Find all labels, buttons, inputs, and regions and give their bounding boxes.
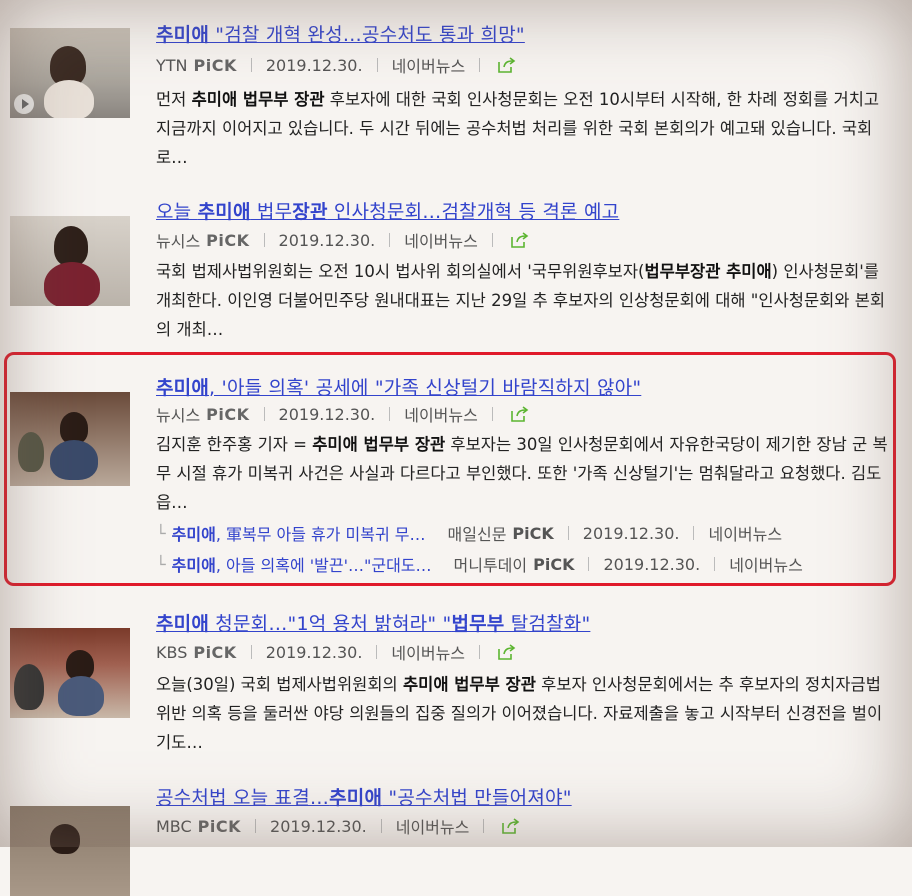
news-snippet: 오늘(30일) 국회 법제사법위원회의 추미애 법무부 장관 후보자 인사청문회… bbox=[156, 675, 883, 752]
divider bbox=[250, 58, 252, 72]
news-date: 2019.12.30. bbox=[278, 230, 376, 250]
news-item: 추미애 청문회…"1억 용처 밝혀라" "법무부 탈검찰화" KBS PiCK … bbox=[10, 604, 890, 754]
divider bbox=[263, 233, 265, 247]
divider bbox=[567, 526, 569, 540]
news-meta: MBC PiCK 2019.12.30. 네이버뉴스 bbox=[156, 814, 520, 838]
news-snippet: 국회 법제사법위원회는 오전 10시 법사위 회의실에서 '국무위원후보자(법무… bbox=[156, 262, 886, 339]
news-snippet: 먼저 추미애 법무부 장관 후보자에 대한 국회 인사청문회는 오전 10시부터… bbox=[156, 90, 880, 167]
pick-badge: PiCK bbox=[206, 404, 250, 424]
divider bbox=[483, 819, 485, 833]
share-icon[interactable] bbox=[502, 818, 520, 834]
naver-news-link[interactable]: 네이버뉴스 bbox=[391, 640, 465, 664]
news-date: 2019.12.30. bbox=[265, 55, 363, 75]
news-title-link[interactable]: 오늘 추미애 법무장관 인사청문회…검찰개혁 등 격론 예고 bbox=[156, 197, 619, 224]
news-date: 2019.12.30. bbox=[603, 554, 701, 574]
naver-news-link[interactable]: 네이버뉴스 bbox=[404, 402, 478, 426]
divider bbox=[588, 557, 590, 571]
news-snippet: 김지훈 한주홍 기자 = 추미애 법무부 장관 후보자는 30일 인사청문회에서… bbox=[156, 435, 888, 512]
news-source[interactable]: 뉴시스 bbox=[156, 228, 200, 252]
news-item: 추미애 "검찰 개혁 완성…공수처도 통과 희망" YTN PiCK 2019.… bbox=[10, 0, 890, 167]
news-source[interactable]: 뉴시스 bbox=[156, 402, 200, 426]
related-news-link[interactable]: 추미애, 아들 의혹에 '발끈'…"군대도… bbox=[172, 552, 432, 576]
news-item: 추미애, '아들 의혹' 공세에 "가족 신상털기 바람직하지 않아" 뉴시스 … bbox=[10, 368, 890, 578]
divider bbox=[491, 233, 493, 247]
news-item: 오늘 추미애 법무장관 인사청문회…검찰개혁 등 격론 예고 뉴시스 PiCK … bbox=[10, 192, 890, 342]
news-meta: YTN PiCK 2019.12.30. 네이버뉴스 bbox=[156, 53, 516, 77]
pick-badge: PiCK bbox=[193, 642, 237, 662]
news-title-link[interactable]: 추미애 청문회…"1억 용처 밝혀라" "법무부 탈검찰화" bbox=[156, 609, 590, 636]
related-news-item: └ 추미애, 軍복무 아들 휴가 미복귀 무… 매일신문 PiCK 2019.1… bbox=[156, 521, 782, 545]
naver-news-link[interactable]: 네이버뉴스 bbox=[708, 521, 782, 545]
news-thumbnail[interactable] bbox=[10, 392, 130, 486]
news-thumbnail[interactable] bbox=[10, 628, 130, 718]
news-meta: KBS PiCK 2019.12.30. 네이버뉴스 bbox=[156, 640, 516, 664]
related-arrow-icon: └ bbox=[156, 523, 166, 543]
news-thumbnail[interactable] bbox=[10, 28, 130, 118]
news-meta: 뉴시스 PiCK 2019.12.30. 네이버뉴스 bbox=[156, 402, 529, 426]
naver-news-link[interactable]: 네이버뉴스 bbox=[729, 552, 803, 576]
news-date: 2019.12.30. bbox=[278, 404, 376, 424]
divider bbox=[389, 407, 391, 421]
news-source[interactable]: YTN bbox=[156, 56, 188, 75]
news-meta: 뉴시스 PiCK 2019.12.30. 네이버뉴스 bbox=[156, 228, 529, 252]
divider bbox=[491, 407, 493, 421]
news-source[interactable]: 머니투데이 bbox=[454, 552, 528, 576]
divider bbox=[479, 645, 481, 659]
divider bbox=[376, 645, 378, 659]
pick-badge: PiCK bbox=[512, 523, 554, 543]
play-icon[interactable] bbox=[14, 94, 34, 114]
news-item: 공수처법 오늘 표결…추미애 "공수처법 만들어져야" MBC PiCK 201… bbox=[10, 778, 890, 896]
divider bbox=[263, 407, 265, 421]
naver-news-link[interactable]: 네이버뉴스 bbox=[392, 53, 466, 77]
news-thumbnail[interactable] bbox=[10, 806, 130, 896]
related-arrow-icon: └ bbox=[156, 554, 166, 574]
pick-badge: PiCK bbox=[197, 816, 242, 836]
share-icon[interactable] bbox=[498, 57, 516, 73]
divider bbox=[255, 819, 257, 833]
news-date: 2019.12.30. bbox=[582, 523, 680, 543]
news-date: 2019.12.30. bbox=[265, 642, 363, 662]
naver-news-link[interactable]: 네이버뉴스 bbox=[404, 228, 478, 252]
divider bbox=[714, 557, 716, 571]
pick-badge: PiCK bbox=[193, 55, 237, 75]
related-news-item: └ 추미애, 아들 의혹에 '발끈'…"군대도… 머니투데이 PiCK 2019… bbox=[156, 552, 803, 576]
pick-badge: PiCK bbox=[206, 230, 250, 250]
news-source[interactable]: KBS bbox=[156, 643, 187, 662]
share-icon[interactable] bbox=[511, 406, 529, 422]
divider bbox=[389, 233, 391, 247]
share-icon[interactable] bbox=[511, 232, 529, 248]
divider bbox=[479, 58, 481, 72]
divider bbox=[250, 645, 252, 659]
divider bbox=[380, 819, 382, 833]
share-icon[interactable] bbox=[498, 644, 516, 660]
news-title-link[interactable]: 추미애 "검찰 개혁 완성…공수처도 통과 희망" bbox=[156, 20, 525, 47]
news-title-link[interactable]: 추미애, '아들 의혹' 공세에 "가족 신상털기 바람직하지 않아" bbox=[156, 373, 641, 400]
divider bbox=[376, 58, 378, 72]
news-source[interactable]: 매일신문 bbox=[448, 521, 507, 545]
divider bbox=[693, 526, 695, 540]
pick-badge: PiCK bbox=[533, 554, 575, 574]
news-title-link[interactable]: 공수처법 오늘 표결…추미애 "공수처법 만들어져야" bbox=[156, 783, 572, 810]
news-source[interactable]: MBC bbox=[156, 817, 192, 836]
news-thumbnail[interactable] bbox=[10, 216, 130, 306]
related-news-link[interactable]: 추미애, 軍복무 아들 휴가 미복귀 무… bbox=[172, 521, 426, 545]
naver-news-link[interactable]: 네이버뉴스 bbox=[396, 814, 470, 838]
news-date: 2019.12.30. bbox=[270, 816, 367, 836]
